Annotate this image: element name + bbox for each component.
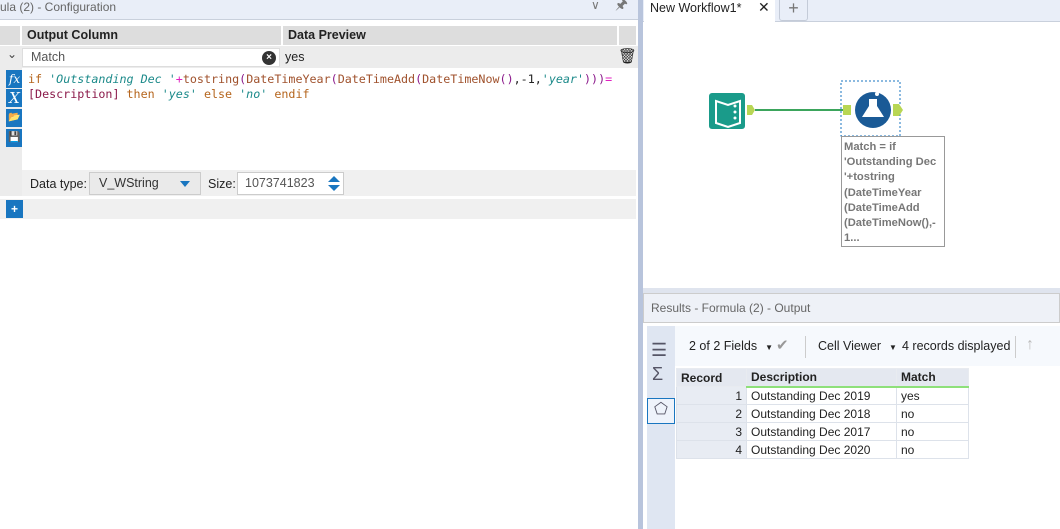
formula-tool-flask-icon[interactable] [855,89,891,128]
column-header[interactable]: Match [896,368,969,388]
results-sidebar: ☰ Σ ⬠ [647,326,675,529]
table-cell[interactable]: Outstanding Dec 2020 [746,440,897,459]
formula-token: if [28,72,50,86]
input-anchor[interactable] [843,105,851,115]
spin-up-icon[interactable] [328,176,340,182]
table-cell[interactable]: 4 [676,440,747,459]
configuration-title: ula (2) - Configuration [0,0,117,14]
tab-new-workflow[interactable]: New Workflow1* [644,0,775,23]
table-cell[interactable]: 2 [676,404,747,423]
table-cell[interactable]: no [896,404,969,423]
formula-token: = [605,72,613,86]
data-type-value: V_WString [99,176,159,190]
formula-token: ,-1, [513,72,542,86]
formula-token: 'no' [239,87,268,101]
table-cell[interactable]: 3 [676,422,747,441]
add-tab-button[interactable]: + [779,0,808,21]
fields-label: 2 of 2 Fields [689,339,758,353]
formula-output-anchor[interactable] [893,104,903,116]
table-cell[interactable]: no [896,440,969,459]
column-header[interactable]: Description [746,368,897,388]
size-value: 1073741823 [245,176,315,190]
variable-icon[interactable]: X [6,89,23,107]
table-row[interactable]: 4 Outstanding Dec 2020 no [676,440,969,459]
clear-icon[interactable]: × [262,51,276,65]
results-header: Results - Formula (2) - Output [643,293,1060,323]
output-column-header: Output Column [22,26,281,45]
size-label: Size: [208,177,236,191]
configuration-header: ula (2) - Configuration ∨ 🖈 [0,0,638,20]
function-icon[interactable]: fx [6,70,23,88]
formula-token: [Description] [28,87,120,101]
formula-token: endif [267,87,310,101]
table-row[interactable]: 2 Outstanding Dec 2018 no [676,404,969,423]
data-type-select[interactable]: V_WString [89,172,201,195]
formula-token: ))) [584,72,606,86]
data-preview-value: yes [285,50,305,64]
formula-token: 'Outstanding Dec ' [49,72,176,86]
formula-editor[interactable]: if 'Outstanding Dec '+tostring (DateTimeY… [22,68,636,170]
pin-icon[interactable]: 🖈 [615,0,628,11]
formula-token: tostring [182,72,240,86]
size-input[interactable]: 1073741823 [237,172,344,195]
dropdown-arrow-icon [180,181,190,187]
table-row[interactable]: 3 Outstanding Dec 2017 no [676,422,969,441]
formula-token: 'yes' [161,87,197,101]
results-table: Record Description Match 1 Outstanding De… [676,368,969,459]
formula-token: ( [330,72,338,86]
cell-viewer-label: Cell Viewer [818,339,881,353]
close-tab-icon[interactable]: ✕ [758,0,770,16]
records-count: 4 records displayed [902,339,1011,353]
open-folder-icon[interactable]: 📂 [6,109,23,127]
table-cell[interactable]: 1 [676,386,747,405]
formula-token: DateTimeNow [422,72,500,86]
cell-viewer-dropdown[interactable]: Cell Viewer ▼ [818,339,897,353]
table-row[interactable]: 1 Outstanding Dec 2019 yes [676,386,969,405]
formula-token: then [119,87,162,101]
data-type-label: Data type: [30,177,87,191]
summary-sigma-icon[interactable]: Σ [652,364,663,385]
table-view-icon[interactable]: ☰ [651,340,667,361]
formula-token: else [196,87,240,101]
formula-token: DateTimeYear [246,72,331,86]
formula-token: () [499,72,514,86]
add-formula-button[interactable]: + [6,200,23,218]
table-cell[interactable]: yes [896,386,969,405]
collapse-chevron-icon[interactable]: ⌄ [7,47,17,61]
formula-token: + [175,72,183,86]
chevron-down-icon[interactable]: ∨ [591,0,600,12]
output-tag-icon[interactable]: ⬠ [647,398,675,424]
table-cell[interactable]: Outstanding Dec 2018 [746,404,897,423]
tab-label: New Workflow1* [650,1,742,15]
check-icon[interactable]: ✔ [776,336,789,354]
output-anchor[interactable] [747,105,755,115]
formula-token: DateTimeAdd [337,72,416,86]
input-tool-book-icon[interactable] [709,93,745,129]
column-header[interactable]: Record [676,368,747,387]
formula-token: 'year' [541,72,585,86]
spin-down-icon[interactable] [328,185,340,191]
tool-annotation: Match = if 'Outstanding Dec '+tostring (… [841,136,945,247]
table-cell[interactable]: Outstanding Dec 2017 [746,422,897,441]
arrow-up-icon[interactable]: ↑ [1026,336,1034,354]
data-preview-header: Data Preview [283,26,617,45]
trash-icon[interactable]: 🗑 [618,47,637,65]
output-column-input[interactable]: Match [22,48,280,67]
table-cell[interactable]: no [896,422,969,441]
fields-dropdown[interactable]: 2 of 2 Fields ▼ [689,339,773,353]
table-cell[interactable]: Outstanding Dec 2019 [746,386,897,405]
save-icon[interactable]: 💾 [6,129,23,147]
